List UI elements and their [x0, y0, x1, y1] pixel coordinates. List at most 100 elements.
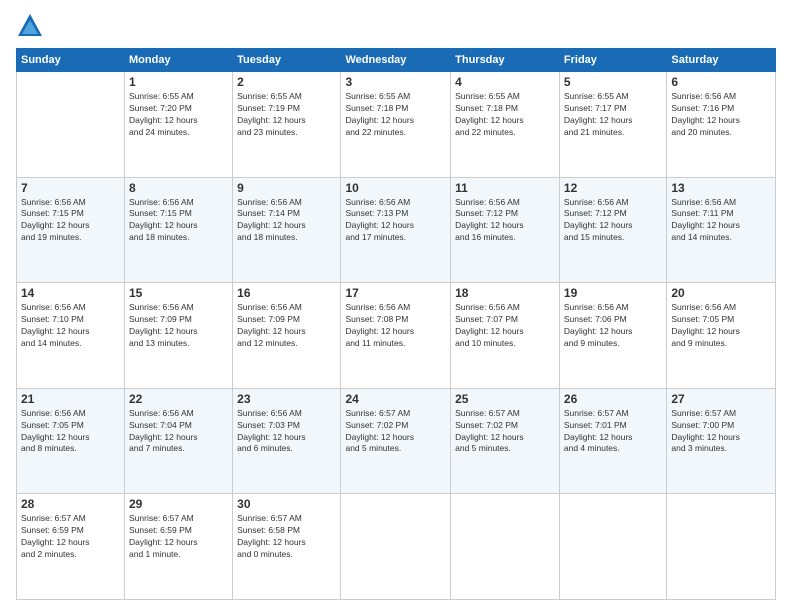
weekday-header-sunday: Sunday: [17, 49, 125, 72]
day-number: 8: [129, 181, 228, 195]
day-info: Sunrise: 6:57 AM Sunset: 6:59 PM Dayligh…: [21, 513, 120, 561]
calendar-cell: [667, 494, 776, 600]
day-info: Sunrise: 6:55 AM Sunset: 7:19 PM Dayligh…: [237, 91, 336, 139]
day-info: Sunrise: 6:56 AM Sunset: 7:04 PM Dayligh…: [129, 408, 228, 456]
calendar-cell: 23 Sunrise: 6:56 AM Sunset: 7:03 PM Dayli…: [233, 388, 341, 494]
day-number: 25: [455, 392, 555, 406]
day-info: Sunrise: 6:56 AM Sunset: 7:15 PM Dayligh…: [21, 197, 120, 245]
calendar-cell: 6 Sunrise: 6:56 AM Sunset: 7:16 PM Daylig…: [667, 72, 776, 178]
calendar-cell: 16Sunrise: 6:56 AM Sunset: 7:09 PM Dayli…: [233, 283, 341, 389]
weekday-header-wednesday: Wednesday: [341, 49, 451, 72]
day-info: Sunrise: 6:56 AM Sunset: 7:06 PM Dayligh…: [564, 302, 662, 350]
day-number: 1: [129, 75, 228, 89]
day-number: 5: [564, 75, 662, 89]
day-info: Sunrise: 6:56 AM Sunset: 7:09 PM Dayligh…: [129, 302, 228, 350]
week-row-3: 14 Sunrise: 6:56 AM Sunset: 7:10 PM Dayli…: [17, 283, 776, 389]
logo-icon: [16, 12, 44, 40]
day-number: 10: [345, 181, 446, 195]
day-number: 30: [237, 497, 336, 511]
calendar-cell: 18 Sunrise: 6:56 AM Sunset: 7:07 PM Dayli…: [451, 283, 560, 389]
day-number: 12: [564, 181, 662, 195]
day-info: Sunrise: 6:56 AM Sunset: 7:10 PM Dayligh…: [21, 302, 120, 350]
calendar-cell: 29Sunrise: 6:57 AM Sunset: 6:59 PM Dayli…: [125, 494, 233, 600]
day-info: Sunrise: 6:56 AM Sunset: 7:12 PM Dayligh…: [564, 197, 662, 245]
calendar-cell: 11 Sunrise: 6:56 AM Sunset: 7:12 PM Dayli…: [451, 177, 560, 283]
logo: [16, 12, 48, 40]
day-info: Sunrise: 6:57 AM Sunset: 7:02 PM Dayligh…: [345, 408, 446, 456]
calendar-cell: 24 Sunrise: 6:57 AM Sunset: 7:02 PM Dayli…: [341, 388, 451, 494]
calendar-cell: 8 Sunrise: 6:56 AM Sunset: 7:15 PM Daylig…: [125, 177, 233, 283]
day-number: 14: [21, 286, 120, 300]
day-number: 16: [237, 286, 336, 300]
week-row-2: 7 Sunrise: 6:56 AM Sunset: 7:15 PM Daylig…: [17, 177, 776, 283]
day-info: Sunrise: 6:57 AM Sunset: 6:58 PM Dayligh…: [237, 513, 336, 561]
week-row-4: 21Sunrise: 6:56 AM Sunset: 7:05 PM Dayli…: [17, 388, 776, 494]
weekday-header-row: SundayMondayTuesdayWednesdayThursdayFrid…: [17, 49, 776, 72]
weekday-header-friday: Friday: [559, 49, 666, 72]
calendar-cell: 3 Sunrise: 6:55 AM Sunset: 7:18 PM Daylig…: [341, 72, 451, 178]
day-number: 15: [129, 286, 228, 300]
weekday-header-monday: Monday: [125, 49, 233, 72]
calendar-cell: 14 Sunrise: 6:56 AM Sunset: 7:10 PM Dayli…: [17, 283, 125, 389]
day-info: Sunrise: 6:56 AM Sunset: 7:15 PM Dayligh…: [129, 197, 228, 245]
calendar-cell: [451, 494, 560, 600]
calendar-cell: 19 Sunrise: 6:56 AM Sunset: 7:06 PM Dayli…: [559, 283, 666, 389]
calendar-cell: 7 Sunrise: 6:56 AM Sunset: 7:15 PM Daylig…: [17, 177, 125, 283]
day-number: 26: [564, 392, 662, 406]
day-info: Sunrise: 6:57 AM Sunset: 7:02 PM Dayligh…: [455, 408, 555, 456]
calendar-cell: 9Sunrise: 6:56 AM Sunset: 7:14 PM Daylig…: [233, 177, 341, 283]
calendar-cell: 26 Sunrise: 6:57 AM Sunset: 7:01 PM Dayli…: [559, 388, 666, 494]
day-number: 23: [237, 392, 336, 406]
day-info: Sunrise: 6:56 AM Sunset: 7:07 PM Dayligh…: [455, 302, 555, 350]
calendar-cell: 30 Sunrise: 6:57 AM Sunset: 6:58 PM Dayli…: [233, 494, 341, 600]
calendar-cell: 5 Sunrise: 6:55 AM Sunset: 7:17 PM Daylig…: [559, 72, 666, 178]
calendar-table: SundayMondayTuesdayWednesdayThursdayFrid…: [16, 48, 776, 600]
calendar-cell: 1 Sunrise: 6:55 AM Sunset: 7:20 PM Daylig…: [125, 72, 233, 178]
calendar-cell: 27 Sunrise: 6:57 AM Sunset: 7:00 PM Dayli…: [667, 388, 776, 494]
day-number: 11: [455, 181, 555, 195]
day-number: 9: [237, 181, 336, 195]
weekday-header-saturday: Saturday: [667, 49, 776, 72]
day-number: 19: [564, 286, 662, 300]
day-number: 4: [455, 75, 555, 89]
day-number: 28: [21, 497, 120, 511]
calendar-cell: 20 Sunrise: 6:56 AM Sunset: 7:05 PM Dayli…: [667, 283, 776, 389]
day-number: 20: [671, 286, 771, 300]
day-info: Sunrise: 6:57 AM Sunset: 7:00 PM Dayligh…: [671, 408, 771, 456]
day-number: 22: [129, 392, 228, 406]
calendar-cell: 17Sunrise: 6:56 AM Sunset: 7:08 PM Dayli…: [341, 283, 451, 389]
day-number: 2: [237, 75, 336, 89]
day-number: 21: [21, 392, 120, 406]
day-info: Sunrise: 6:57 AM Sunset: 7:01 PM Dayligh…: [564, 408, 662, 456]
day-info: Sunrise: 6:56 AM Sunset: 7:13 PM Dayligh…: [345, 197, 446, 245]
week-row-1: 1 Sunrise: 6:55 AM Sunset: 7:20 PM Daylig…: [17, 72, 776, 178]
calendar-cell: 28 Sunrise: 6:57 AM Sunset: 6:59 PM Dayli…: [17, 494, 125, 600]
calendar-cell: 4 Sunrise: 6:55 AM Sunset: 7:18 PM Daylig…: [451, 72, 560, 178]
weekday-header-thursday: Thursday: [451, 49, 560, 72]
calendar-cell: 15 Sunrise: 6:56 AM Sunset: 7:09 PM Dayli…: [125, 283, 233, 389]
day-info: Sunrise: 6:55 AM Sunset: 7:18 PM Dayligh…: [455, 91, 555, 139]
day-number: 6: [671, 75, 771, 89]
day-info: Sunrise: 6:56 AM Sunset: 7:11 PM Dayligh…: [671, 197, 771, 245]
header: [16, 12, 776, 40]
day-info: Sunrise: 6:56 AM Sunset: 7:12 PM Dayligh…: [455, 197, 555, 245]
calendar-cell: 10 Sunrise: 6:56 AM Sunset: 7:13 PM Dayli…: [341, 177, 451, 283]
day-number: 18: [455, 286, 555, 300]
day-info: Sunrise: 6:55 AM Sunset: 7:17 PM Dayligh…: [564, 91, 662, 139]
day-number: 27: [671, 392, 771, 406]
day-info: Sunrise: 6:55 AM Sunset: 7:20 PM Dayligh…: [129, 91, 228, 139]
week-row-5: 28 Sunrise: 6:57 AM Sunset: 6:59 PM Dayli…: [17, 494, 776, 600]
day-info: Sunrise: 6:56 AM Sunset: 7:03 PM Dayligh…: [237, 408, 336, 456]
calendar-cell: 21Sunrise: 6:56 AM Sunset: 7:05 PM Dayli…: [17, 388, 125, 494]
day-info: Sunrise: 6:56 AM Sunset: 7:08 PM Dayligh…: [345, 302, 446, 350]
weekday-header-tuesday: Tuesday: [233, 49, 341, 72]
day-number: 3: [345, 75, 446, 89]
day-info: Sunrise: 6:56 AM Sunset: 7:05 PM Dayligh…: [671, 302, 771, 350]
calendar-cell: 25 Sunrise: 6:57 AM Sunset: 7:02 PM Dayli…: [451, 388, 560, 494]
day-info: Sunrise: 6:57 AM Sunset: 6:59 PM Dayligh…: [129, 513, 228, 561]
day-number: 24: [345, 392, 446, 406]
day-number: 7: [21, 181, 120, 195]
day-info: Sunrise: 6:55 AM Sunset: 7:18 PM Dayligh…: [345, 91, 446, 139]
day-info: Sunrise: 6:56 AM Sunset: 7:16 PM Dayligh…: [671, 91, 771, 139]
calendar-cell: 13Sunrise: 6:56 AM Sunset: 7:11 PM Dayli…: [667, 177, 776, 283]
